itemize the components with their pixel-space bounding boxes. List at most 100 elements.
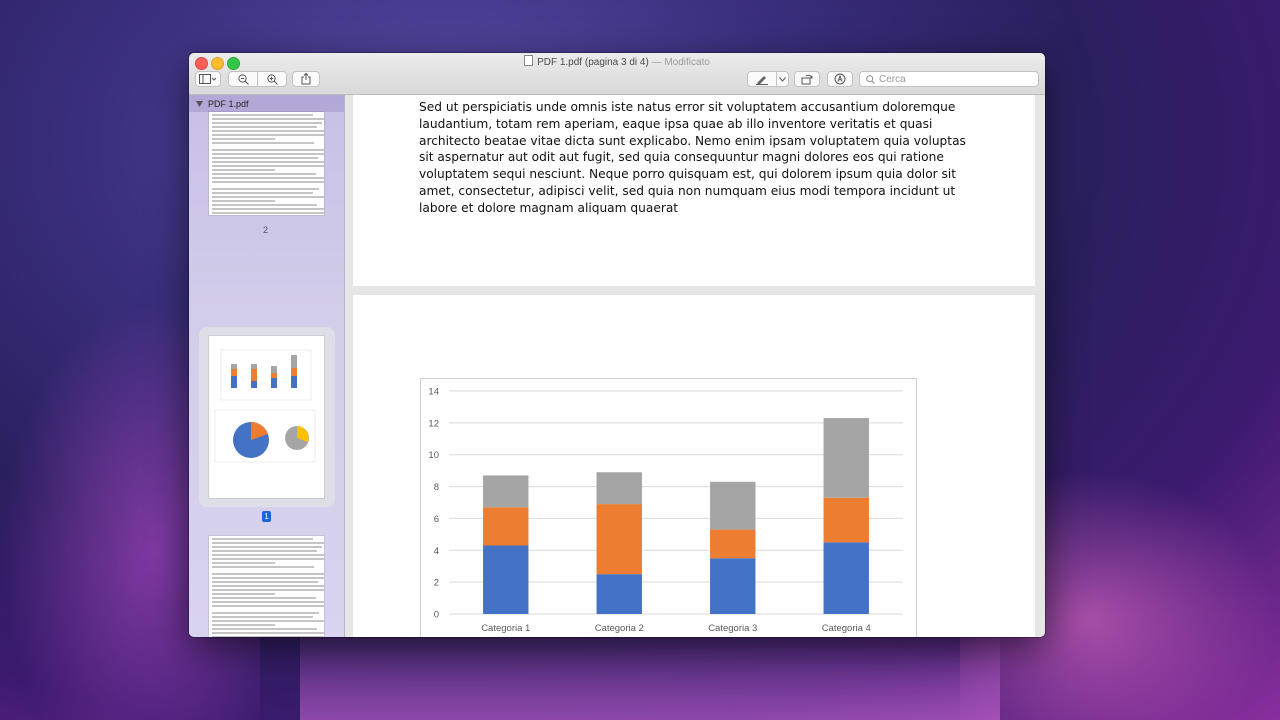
thumbnail-text-line (212, 624, 276, 626)
rotate-button[interactable] (794, 71, 820, 87)
thumbnail-text-line (212, 200, 276, 202)
bar-segment (483, 545, 529, 614)
bar-segment (823, 418, 869, 498)
bar-segment (710, 558, 756, 614)
document-view[interactable]: Sed ut perspiciatis unde omnis iste natu… (345, 95, 1045, 637)
bar-segment (596, 504, 642, 575)
pen-icon (756, 75, 768, 85)
pdf-page-text: Sed ut perspiciatis unde omnis iste natu… (353, 95, 1035, 286)
bar-segment (823, 497, 869, 543)
thumbnail-text-line (212, 566, 315, 568)
thumbnail-sidebar: PDF 1.pdf 2 1 (189, 95, 345, 637)
bar-segment (483, 475, 529, 508)
thumbnail-text-line (212, 122, 323, 124)
x-tick-label: Categoria 2 (595, 623, 644, 634)
bar-segment (483, 507, 529, 546)
thumbnail-text-line (212, 177, 324, 179)
annotate-button[interactable] (827, 71, 853, 87)
search-field[interactable]: Cerca (859, 71, 1039, 87)
x-tick-label: Categoria 3 (708, 623, 757, 634)
thumbnail-text-line (212, 161, 324, 163)
thumbnail-text-line (212, 616, 314, 618)
rotate-icon (801, 74, 813, 85)
thumbnail-text-line (212, 585, 324, 587)
thumbnail-text-line (212, 593, 276, 595)
markup-circle-icon (834, 73, 846, 85)
thumbnail-text-line (212, 165, 324, 167)
titlebar: PDF 1.pdf (pagina 3 di 4) — Modificato C… (189, 53, 1045, 95)
thumbnail-text-line (212, 149, 324, 151)
thumbnail-text-line (212, 601, 324, 603)
thumbnail-text-line (212, 192, 314, 194)
bar-segment (710, 529, 756, 559)
thumbnail-text-line (212, 542, 324, 544)
selected-page-label: 1 (262, 511, 271, 522)
y-tick-label: 12 (428, 418, 439, 429)
disclosure-triangle-icon[interactable] (196, 100, 203, 107)
thumbnail-text-line (212, 118, 324, 120)
thumbnail-text-line (212, 181, 324, 183)
thumbnail-text-line (212, 153, 324, 155)
thumbnail-text-line (212, 114, 314, 116)
thumbnail-text-line (212, 204, 317, 206)
share-button[interactable] (292, 71, 320, 87)
thumbnail-text-line (212, 605, 324, 607)
bar-segment (596, 472, 642, 505)
page-thumbnail-2[interactable] (209, 112, 324, 215)
thumbnail-text-line (212, 612, 319, 614)
thumbnail-text-line (212, 173, 316, 175)
sidebar-toggle-button[interactable] (195, 71, 221, 87)
thumbnail-text-line (212, 597, 316, 599)
search-icon (866, 74, 875, 84)
thumbnail-text-line (212, 142, 315, 144)
window-title: PDF 1.pdf (pagina 3 di 4) — Modificato (189, 55, 1045, 68)
thumbnail-text-line (212, 581, 318, 583)
thumbnail-text-line (212, 546, 323, 548)
chevron-down-icon (779, 76, 786, 82)
page-thumbnail-3[interactable] (209, 536, 324, 637)
thumbnail-text-line (212, 538, 314, 540)
thumbnail-text-line (212, 554, 324, 556)
page-thumbnail-1[interactable] (209, 336, 324, 498)
sidebar-document-header[interactable]: PDF 1.pdf (189, 95, 344, 112)
document-icon (524, 55, 534, 66)
bar-segment (596, 574, 642, 614)
page-thumbnail-label: 2 (263, 225, 269, 235)
thumbnail-text-line (212, 620, 324, 622)
y-tick-label: 6 (434, 514, 439, 525)
y-tick-label: 0 (434, 610, 439, 621)
thumbnail-text-line (212, 562, 276, 564)
bar-segment (710, 481, 756, 530)
zoom-in-button[interactable] (257, 71, 287, 87)
thumbnail-text-line (212, 169, 276, 171)
y-tick-label: 10 (428, 450, 439, 461)
thumbnail-text-line (212, 573, 324, 575)
thumbnail-text-line (212, 577, 324, 579)
thumbnail-text-line (212, 188, 319, 190)
thumbnail-text-line (212, 636, 324, 637)
share-icon (301, 73, 311, 85)
y-tick-label: 2 (434, 578, 439, 589)
sidebar-document-name: PDF 1.pdf (208, 98, 249, 109)
preview-window: PDF 1.pdf (pagina 3 di 4) — Modificato C… (189, 53, 1045, 637)
search-placeholder: Cerca (879, 73, 906, 85)
thumbnail-text-line (212, 196, 324, 198)
thumbnail-chart-preview (214, 349, 316, 463)
y-tick-label: 4 (434, 546, 439, 557)
thumbnail-text-line (212, 208, 324, 210)
pdf-page-chart: 0 2 4 6 8 10 12 14 Categoria 1 Categoria 2 Categor… (353, 295, 1035, 637)
zoom-out-icon (237, 73, 249, 85)
thumbnail-text-line (212, 130, 324, 132)
markup-menu-button[interactable] (776, 71, 789, 87)
zoom-out-button[interactable] (228, 71, 258, 87)
thumbnail-text (209, 538, 324, 637)
chart-frame: 0 2 4 6 8 10 12 14 Categoria 1 Categoria 2 Categor… (420, 378, 917, 637)
modified-status: — Modificato (651, 57, 710, 68)
markup-pen-button[interactable] (747, 71, 777, 87)
sidebar-icon (199, 74, 217, 84)
window-filename: PDF 1.pdf (pagina 3 di 4) (537, 57, 649, 68)
bar-segment (823, 542, 869, 614)
stacked-bar-chart: 0 2 4 6 8 10 12 14 Categoria 1 Categoria 2 Categor… (428, 387, 903, 634)
y-tick-label: 8 (434, 482, 439, 493)
thumbnail-text-line (212, 628, 317, 630)
